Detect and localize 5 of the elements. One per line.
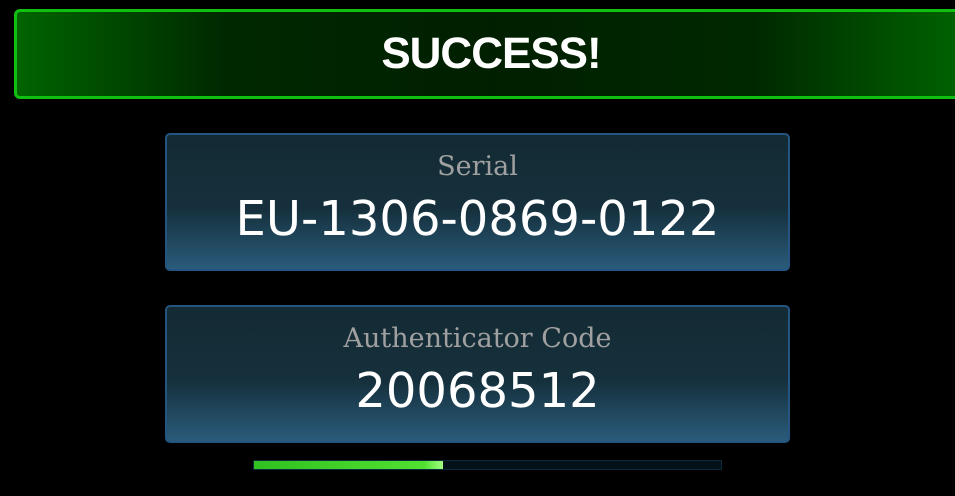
card-label: Authenticator Code [344, 322, 612, 356]
card-value: EU-1306-0869-0122 [236, 190, 720, 249]
banner-title: SUCCESS! [381, 28, 601, 80]
card-value: 20068512 [355, 362, 600, 421]
card-label: Serial [437, 150, 518, 184]
